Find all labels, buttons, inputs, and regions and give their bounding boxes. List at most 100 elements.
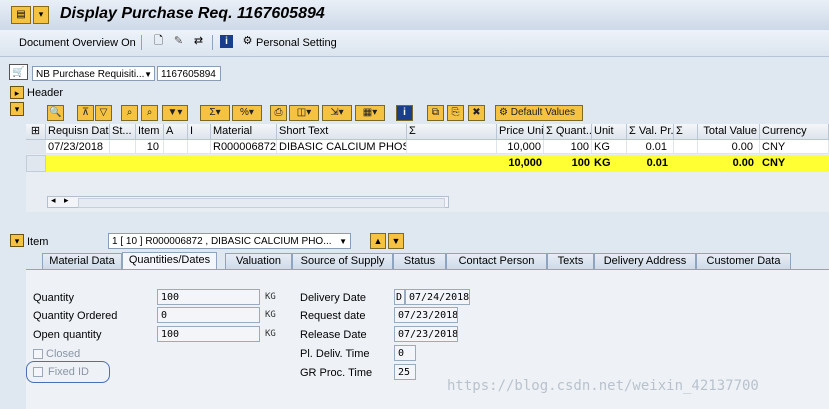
tab-valuation[interactable]: Valuation [225,253,292,269]
total-cell: KG [592,155,627,172]
table-cell[interactable]: 10,000 [497,140,544,154]
table-cell[interactable]: 0.00 [698,140,760,154]
column-header[interactable]: Item [136,124,164,140]
request-date-field[interactable]: 07/23/2018 [394,307,458,323]
column-header[interactable]: St... [110,124,136,140]
table-cell[interactable]: 0.01 [627,140,674,154]
column-header[interactable]: Σ Quant... [544,124,592,140]
table-cell[interactable] [674,140,698,154]
tab-status[interactable]: Status [393,253,446,269]
table-cell[interactable]: 10 [136,140,164,154]
table-cell[interactable]: DIBASIC CALCIUM PHOSP... [277,140,407,154]
closed-checkbox[interactable] [33,349,43,359]
header-label: Header [27,87,64,99]
quantity-field[interactable]: 100 [157,289,260,305]
pl-deliv-time-field[interactable]: 0 [394,345,416,361]
expand-header-icon[interactable]: ▸ [10,86,24,99]
item-select[interactable]: 1 [ 10 ] R000006872 , DIBASIC CALCIUM PH… [108,233,351,249]
find-icon[interactable]: ⌕ [121,105,138,121]
delivery-date-label: Delivery Date [300,292,367,304]
delete-icon[interactable]: ✖ [468,105,485,121]
row-selector[interactable] [26,155,46,172]
tab-delivery-address[interactable]: Delivery Address [594,253,696,269]
sum-icon[interactable]: Σ▾ [200,105,230,121]
tab-quantities-dates[interactable]: Quantities/Dates [122,252,217,270]
table-cell[interactable] [164,140,188,154]
gr-proc-time-field[interactable]: 25 [394,364,416,380]
column-header[interactable]: Material [211,124,277,140]
set-filter-icon[interactable]: ▼▾ [162,105,188,121]
cart-icon: 🛒 [9,64,28,80]
table-cell[interactable]: KG [592,140,627,154]
release-date-field[interactable]: 07/23/2018 [394,326,458,342]
window-title: Display Purchase Req. 1167605894 [60,5,325,22]
scroll-thumb[interactable] [78,198,445,208]
collapse-items-icon[interactable]: ▾ [10,102,24,116]
subtotal-icon[interactable]: %▾ [232,105,262,121]
select-all-icon[interactable]: ⊞ [26,124,46,140]
table-cell[interactable]: CNY [760,140,829,154]
views-icon[interactable]: ◫▾ [289,105,319,121]
fixed-id-checkbox[interactable] [33,367,43,377]
grid-info-icon[interactable]: i [396,105,413,121]
tab-contact-person[interactable]: Contact Person [446,253,547,269]
column-header[interactable]: Total Value [698,124,760,140]
column-header[interactable]: Requisn Date [46,124,110,140]
table-cell[interactable] [188,140,211,154]
default-values-label: Default Values [510,107,576,118]
tab-customer-data[interactable]: Customer Data [696,253,791,269]
filter-icon[interactable]: ▽ [95,105,112,121]
column-header[interactable]: I [188,124,211,140]
paste-icon[interactable]: ⎘ [447,105,464,121]
document-type-select[interactable]: NB Purchase Requisiti... ▼ [32,66,155,81]
align-icon[interactable]: ⊼ [77,105,94,121]
tab-source-of-supply[interactable]: Source of Supply [292,253,393,269]
dropdown-icon[interactable]: ▾ [33,6,49,24]
delivery-date-field[interactable]: 07/24/2018 [405,289,470,305]
details-icon[interactable]: 🔍 [47,105,64,121]
document-overview-button[interactable]: Document Overview On [19,37,136,49]
menu-icon[interactable]: ▤ [11,6,31,24]
row-selector[interactable] [26,140,46,154]
personal-setting-button[interactable]: Personal Setting [256,37,337,49]
next-item-button[interactable]: ▼ [388,233,404,249]
default-values-button[interactable]: ⚙ Default Values [495,105,583,121]
column-header[interactable]: Σ [407,124,497,140]
column-header[interactable]: Σ Val. Pr... [627,124,674,140]
column-header[interactable]: Price Unit [497,124,544,140]
column-header[interactable]: A [164,124,188,140]
layout-icon[interactable]: ▦▾ [355,105,385,121]
previous-item-button[interactable]: ▲ [370,233,386,249]
column-header[interactable]: Unit [592,124,627,140]
table-cell[interactable]: 100 [544,140,592,154]
find-next-icon[interactable]: ⌕ [141,105,158,121]
scroll-right-icon[interactable]: ▸ [64,195,69,206]
horizontal-scrollbar[interactable]: ◂ ▸ [47,195,449,208]
new-document-icon[interactable]: 🗋 [152,35,165,48]
quantity-ordered-field[interactable]: 0 [157,307,260,323]
open-quantity-field[interactable]: 100 [157,326,260,342]
print-icon[interactable]: ⎙ [270,105,287,121]
personal-setting-icon[interactable]: ⚙ [241,35,254,48]
chevron-down-icon: ▼ [339,237,347,246]
table-cell[interactable] [110,140,136,154]
scroll-left-icon[interactable]: ◂ [51,195,56,206]
copy-icon[interactable]: ⧉ [427,105,444,121]
table-cell[interactable]: R000006872 [211,140,277,154]
tab-texts[interactable]: Texts [547,253,594,269]
info-icon[interactable]: i [220,35,233,48]
other-document-icon[interactable]: ⇄ [192,35,205,48]
table-cell[interactable] [407,140,497,154]
export-icon[interactable]: ⇲▾ [322,105,352,121]
column-header[interactable]: Short Text [277,124,407,140]
table-cell[interactable]: 07/23/2018 [46,140,110,154]
column-header[interactable]: Σ [674,124,698,140]
watermark: https://blog.csdn.net/weixin_42137700 [447,378,759,394]
document-number-field[interactable]: 1167605894 [157,66,221,81]
edit-display-icon[interactable]: ✎ [172,35,185,48]
closed-label: Closed [46,348,81,360]
tab-material-data[interactable]: Material Data [42,253,122,269]
column-header[interactable]: Currency [760,124,829,140]
collapse-item-icon[interactable]: ▾ [10,234,24,247]
delivery-date-category[interactable]: D [394,289,405,305]
